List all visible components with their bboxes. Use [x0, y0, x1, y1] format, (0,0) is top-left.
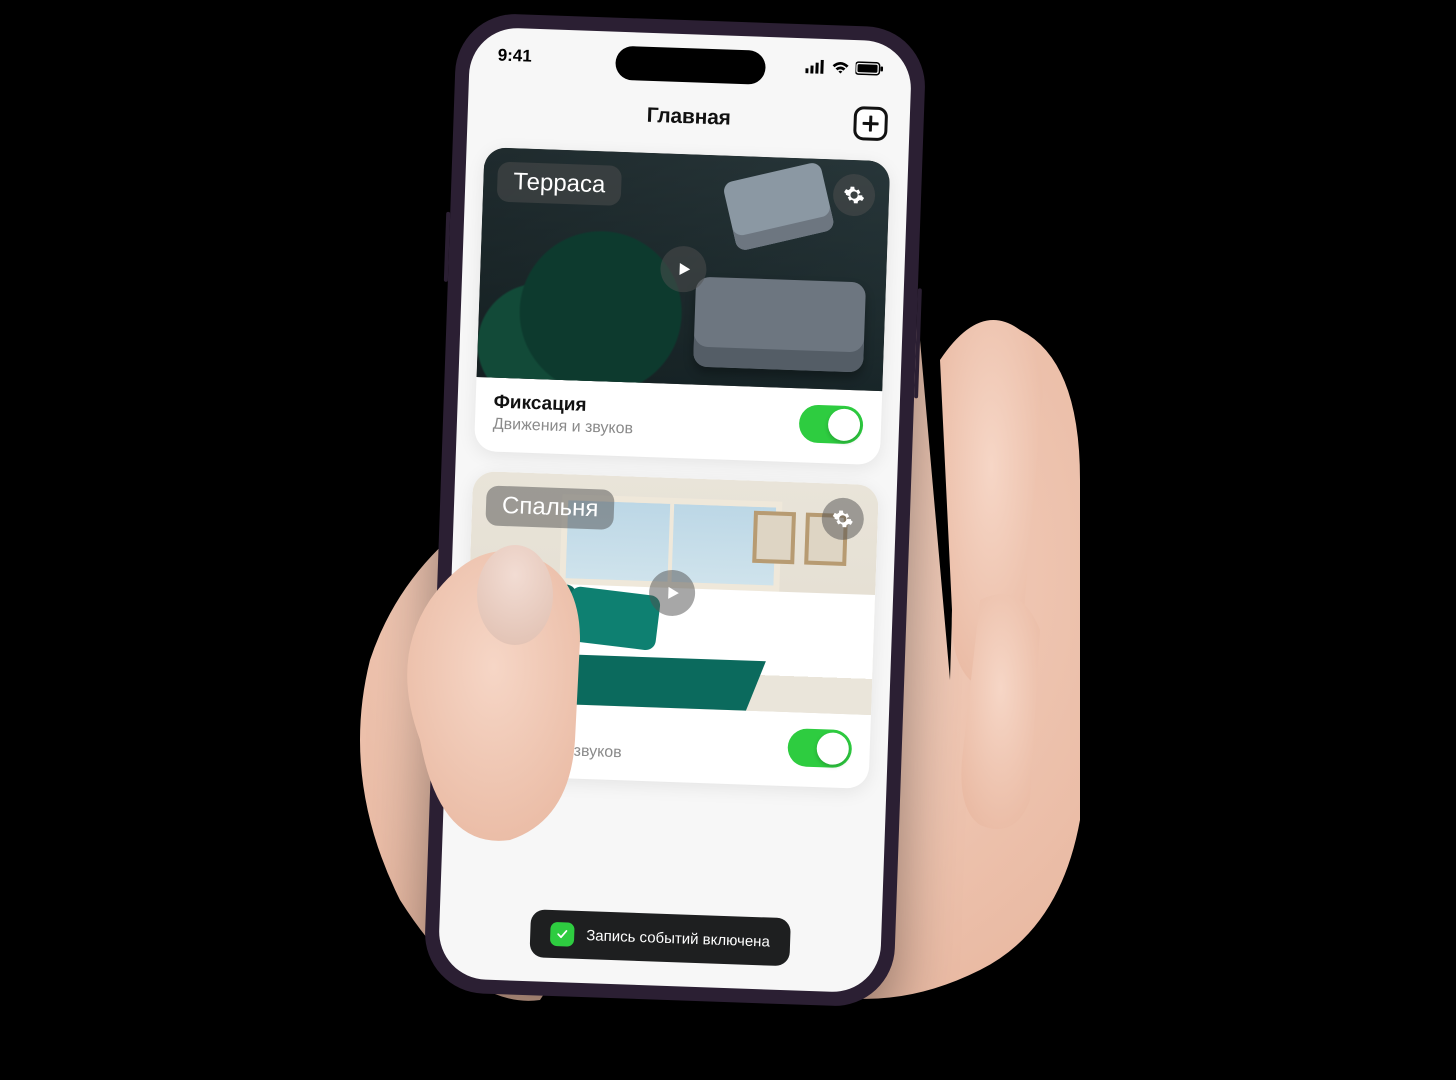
camera-card-terrace[interactable]: Терраса Фиксация Движения и звуко [474, 147, 890, 465]
camera-preview[interactable]: Спальня [465, 471, 879, 715]
phone: 9:41 Главная [423, 12, 927, 1008]
card-controls: Фиксация Движения и звуков [474, 377, 882, 465]
toast-text: Запись событий включена [586, 927, 770, 950]
fixation-title: Фиксация [482, 715, 623, 742]
gear-icon [843, 184, 866, 207]
fixation-title: Фиксация [493, 392, 634, 419]
camera-name-label: Спальня [485, 485, 615, 529]
gear-icon [831, 507, 854, 530]
screen: 9:41 Главная [438, 27, 913, 994]
fixation-toggle[interactable] [798, 404, 863, 444]
add-button[interactable] [853, 106, 888, 141]
fixation-subtitle: Движения и звуков [493, 416, 634, 439]
plus-icon [862, 115, 879, 132]
check-icon [550, 922, 575, 947]
fixation-toggle[interactable] [787, 728, 852, 768]
cellular-icon [805, 59, 825, 74]
camera-name-label: Терраса [497, 162, 622, 206]
dynamic-island [615, 46, 766, 85]
play-icon [674, 260, 693, 279]
play-icon [663, 584, 682, 603]
status-time: 9:41 [497, 46, 532, 67]
page-title: Главная [646, 104, 731, 131]
card-controls: Фиксация Движения и звуков [463, 701, 871, 789]
wifi-icon [831, 60, 849, 75]
battery-icon [855, 61, 883, 76]
stage: 9:41 Главная [0, 0, 1456, 1076]
camera-card-bedroom[interactable]: Спальня Фиксация Движения и звуко [463, 471, 879, 789]
camera-list[interactable]: Терраса Фиксация Движения и звуко [438, 137, 909, 994]
camera-preview[interactable]: Терраса [477, 147, 891, 391]
fixation-subtitle: Движения и звуков [481, 739, 622, 762]
camera-settings-button[interactable] [821, 497, 864, 540]
camera-settings-button[interactable] [832, 173, 875, 216]
recording-toast[interactable]: Запись событий включена [529, 909, 790, 966]
